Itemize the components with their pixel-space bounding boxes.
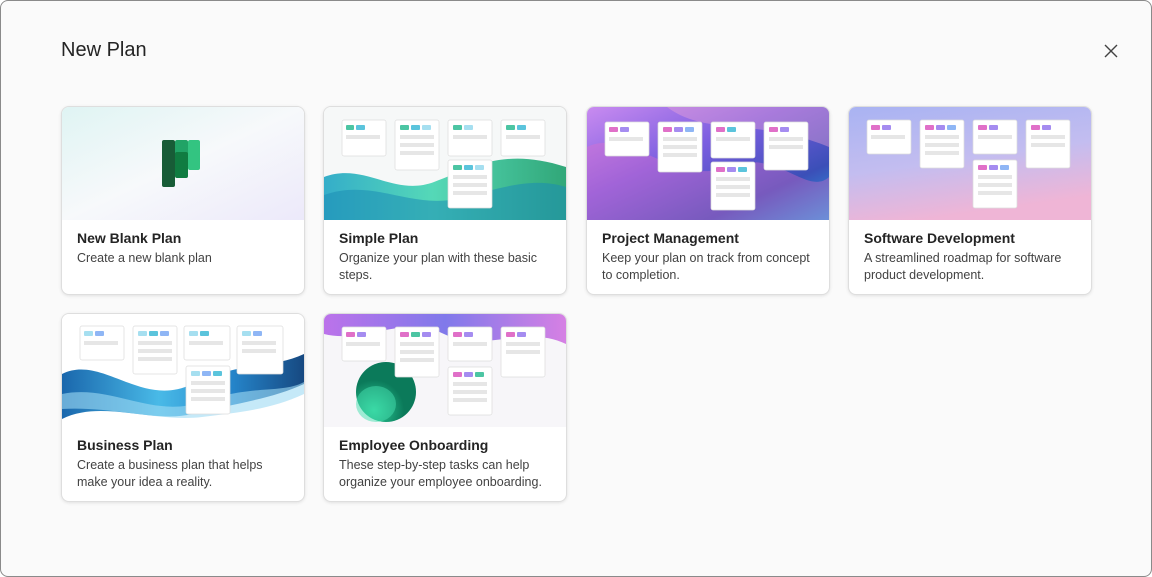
template-description: These step-by-step tasks can help organi… — [339, 458, 542, 489]
template-description: Keep your plan on track from concept to … — [602, 251, 810, 282]
template-thumbnail — [587, 107, 829, 220]
template-thumbnail — [324, 107, 566, 220]
template-title: Software Development — [864, 230, 1015, 246]
template-card-project-management[interactable]: Project Management Keep your plan on tra… — [586, 106, 830, 295]
template-description: A streamlined roadmap for software produ… — [864, 251, 1062, 282]
template-title: Business Plan — [77, 437, 173, 453]
template-title: Project Management — [602, 230, 739, 246]
template-title: New Blank Plan — [77, 230, 182, 246]
template-card-software-development[interactable]: Software Development A streamlined roadm… — [848, 106, 1092, 295]
template-thumbnail — [849, 107, 1091, 220]
template-thumbnail — [324, 314, 566, 427]
template-description: Create a business plan that helps make y… — [77, 458, 263, 489]
close-icon — [1104, 44, 1118, 58]
template-card-business-plan[interactable]: Business Plan Create a business plan tha… — [61, 313, 305, 502]
dialog-title: New Plan — [61, 39, 147, 61]
template-card-new-blank-plan[interactable]: New Blank Plan Create a new blank plan — [61, 106, 305, 295]
template-title: Simple Plan — [339, 230, 419, 246]
new-plan-dialog: New Plan New Blank Plan Create a new bla… — [0, 0, 1152, 577]
close-button[interactable] — [1099, 39, 1123, 63]
template-description: Organize your plan with these basic step… — [339, 251, 538, 282]
template-title: Employee Onboarding — [339, 437, 489, 453]
template-card-employee-onboarding[interactable]: Employee Onboarding These step-by-step t… — [323, 313, 567, 502]
template-thumbnail — [62, 107, 304, 220]
template-thumbnail — [62, 314, 304, 427]
template-card-simple-plan[interactable]: Simple Plan Organize your plan with thes… — [323, 106, 567, 295]
template-description: Create a new blank plan — [77, 251, 212, 265]
